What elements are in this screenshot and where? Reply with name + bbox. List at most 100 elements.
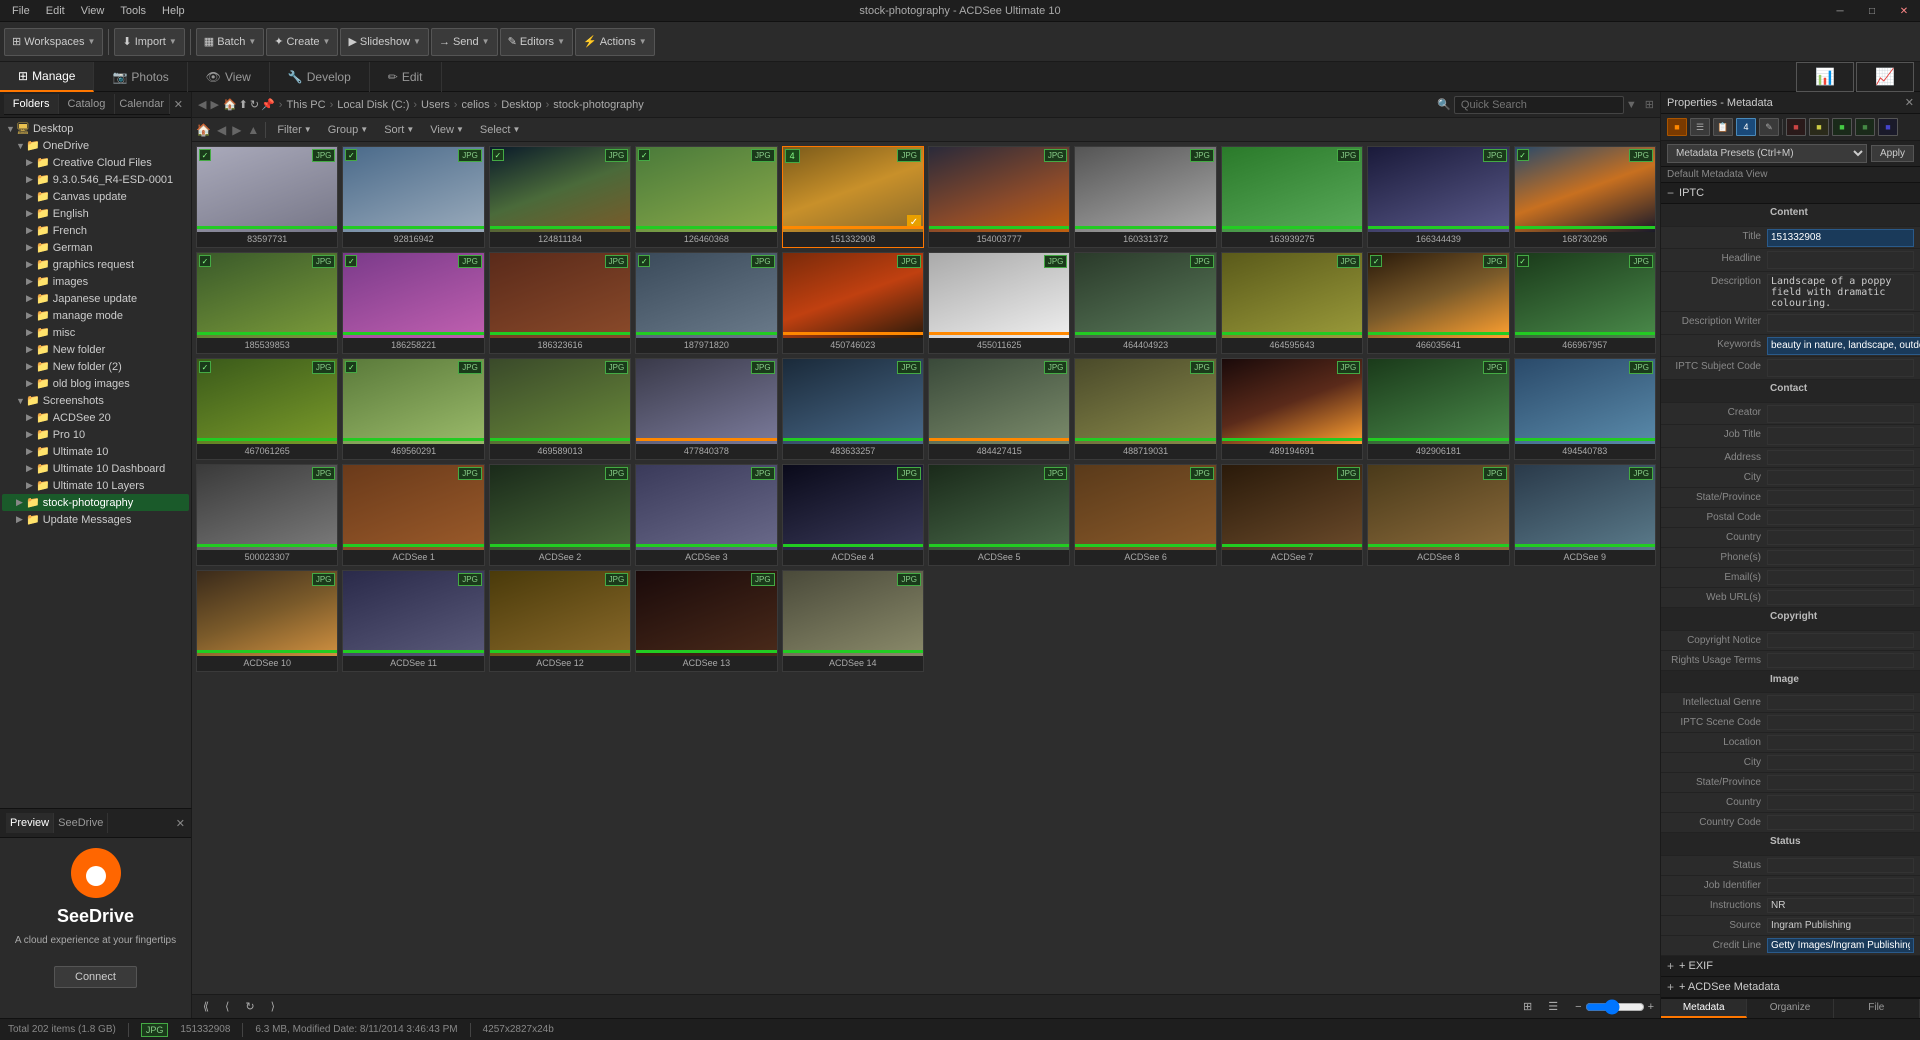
meta-icon-3[interactable]: 4: [1736, 118, 1756, 136]
thumbnail-item[interactable]: JPG469589013: [489, 358, 631, 460]
intellectual-input[interactable]: [1767, 695, 1914, 710]
creator-input[interactable]: [1767, 405, 1914, 423]
thumbnail-item[interactable]: JPG✓126460368: [635, 146, 777, 248]
thumbnail-item[interactable]: JPG450746023: [782, 252, 924, 354]
tree-images[interactable]: ▶ 📁 images: [2, 273, 189, 290]
tree-new-folder[interactable]: ▶ 📁 New folder: [2, 341, 189, 358]
job-title-input[interactable]: [1767, 427, 1914, 445]
source-input[interactable]: [1767, 918, 1914, 933]
search-dropdown-icon[interactable]: ▼: [1626, 99, 1637, 111]
thumbnail-item[interactable]: JPGACDSee 4: [782, 464, 924, 566]
menu-view[interactable]: View: [73, 3, 113, 19]
thumbnail-item[interactable]: JPGACDSee 3: [635, 464, 777, 566]
batch-btn[interactable]: ▦ Batch ▼: [196, 28, 264, 56]
tree-screenshots[interactable]: ▼ 📁 Screenshots: [2, 392, 189, 409]
breadcrumb-users[interactable]: Users: [421, 99, 450, 111]
tree-stock-photography[interactable]: ▶ 📁 stock-photography: [2, 494, 189, 511]
exif-section-header[interactable]: + + EXIF: [1661, 956, 1920, 977]
meta-icon-1[interactable]: ☰: [1690, 118, 1710, 136]
select-btn[interactable]: Select ▼: [475, 122, 526, 138]
thumbnail-item[interactable]: JPG489194691: [1221, 358, 1363, 460]
zoom-in-icon[interactable]: +: [1648, 1001, 1654, 1013]
tree-pro10[interactable]: ▶ 📁 Pro 10: [2, 426, 189, 443]
menu-tools[interactable]: Tools: [112, 3, 154, 19]
meta-tab-metadata[interactable]: Metadata: [1661, 999, 1747, 1018]
tab-view[interactable]: 👁 View: [188, 62, 270, 92]
country-input[interactable]: [1767, 530, 1914, 545]
thumbnail-item[interactable]: JPG464595643: [1221, 252, 1363, 354]
tab-extra1[interactable]: 📊: [1796, 62, 1854, 92]
thumbnail-item[interactable]: JPGACDSee 13: [635, 570, 777, 672]
tree-esd[interactable]: ▶ 📁 9.3.0.546_R4-ESD-0001: [2, 171, 189, 188]
thumbnail-item[interactable]: JPG500023307: [196, 464, 338, 566]
sort-btn[interactable]: Sort ▼: [379, 122, 419, 138]
apply-btn[interactable]: Apply: [1871, 145, 1914, 162]
breadcrumb-celios[interactable]: celios: [461, 99, 489, 111]
editors-btn[interactable]: ✎ Editors ▼: [500, 28, 573, 56]
meta-icon-orange[interactable]: ■: [1667, 118, 1687, 136]
thumbnail-item[interactable]: JPG484427415: [928, 358, 1070, 460]
tree-dashboard[interactable]: ▶ 📁 Ultimate 10 Dashboard: [2, 460, 189, 477]
grid-view-icon2[interactable]: ☰: [1543, 998, 1563, 1015]
thumbnail-item[interactable]: JPG✓185539853: [196, 252, 338, 354]
tree-acdsee20[interactable]: ▶ 📁 ACDSee 20: [2, 409, 189, 426]
meta-icon-6[interactable]: ■: [1809, 118, 1829, 136]
tab-calendar[interactable]: Calendar: [115, 94, 170, 114]
thumbnail-item[interactable]: JPGACDSee 8: [1367, 464, 1509, 566]
connect-button[interactable]: Connect: [54, 966, 137, 988]
thumbnail-item[interactable]: JPGACDSee 14: [782, 570, 924, 672]
nav-icons-home[interactable]: 🏠: [196, 123, 211, 137]
iptc-section-header[interactable]: − IPTC: [1661, 183, 1920, 204]
thumbnail-item[interactable]: JPGACDSee 7: [1221, 464, 1363, 566]
web-input[interactable]: [1767, 590, 1914, 605]
iptc-subject-input[interactable]: [1767, 359, 1914, 377]
thumbnail-item[interactable]: JPG✓83597731: [196, 146, 338, 248]
menu-edit[interactable]: Edit: [38, 3, 73, 19]
preview-close-btn[interactable]: ✕: [176, 817, 185, 830]
tree-desktop[interactable]: ▼ 🖥 Desktop: [2, 120, 189, 137]
view-btn[interactable]: View ▼: [425, 122, 469, 138]
nav-home-icon[interactable]: 🏠: [223, 98, 237, 111]
nav-forward-icon[interactable]: ▶: [210, 98, 218, 111]
grid-first-icon[interactable]: ⟪: [198, 998, 214, 1015]
tree-layers[interactable]: ▶ 📁 Ultimate 10 Layers: [2, 477, 189, 494]
city-input[interactable]: [1767, 470, 1914, 485]
panel-expand-icon[interactable]: ⊞: [1645, 98, 1654, 111]
job-id-input[interactable]: [1767, 878, 1914, 893]
thumbnail-item[interactable]: JPG✓469560291: [342, 358, 484, 460]
credit-input[interactable]: [1767, 938, 1914, 953]
thumbnail-item[interactable]: JPG✓466035641: [1367, 252, 1509, 354]
instructions-input[interactable]: [1767, 898, 1914, 913]
title-input[interactable]: [1767, 229, 1914, 247]
thumbnail-item[interactable]: JPGACDSee 1: [342, 464, 484, 566]
tab-develop[interactable]: 🔧 Develop: [270, 62, 370, 92]
slideshow-btn[interactable]: ▶ Slideshow ▼: [340, 28, 429, 56]
thumbnail-item[interactable]: JPG✓4151332908: [782, 146, 924, 248]
close-btn[interactable]: ✕: [1888, 0, 1920, 22]
thumbnail-item[interactable]: JPG✓124811184: [489, 146, 631, 248]
preset-select[interactable]: Metadata Presets (Ctrl+M): [1667, 144, 1867, 163]
meta-icon-7[interactable]: ■: [1832, 118, 1852, 136]
state-input[interactable]: [1767, 490, 1914, 505]
address-input[interactable]: [1767, 450, 1914, 465]
tree-new-folder2[interactable]: ▶ 📁 New folder (2): [2, 358, 189, 375]
tree-old-blog[interactable]: ▶ 📁 old blog images: [2, 375, 189, 392]
tree-japanese[interactable]: ▶ 📁 Japanese update: [2, 290, 189, 307]
send-btn[interactable]: → Send ▼: [431, 28, 498, 56]
thumbnail-item[interactable]: JPG✓186258221: [342, 252, 484, 354]
thumbnail-item[interactable]: JPG186323616: [489, 252, 631, 354]
menu-file[interactable]: File: [4, 3, 38, 19]
create-btn[interactable]: ✦ Create ▼: [266, 28, 338, 56]
thumbnail-item[interactable]: JPG455011625: [928, 252, 1070, 354]
thumbnail-item[interactable]: JPG154003777: [928, 146, 1070, 248]
location-input[interactable]: [1767, 735, 1914, 750]
description-textarea[interactable]: Landscape of a poppy field with dramatic…: [1767, 274, 1914, 310]
breadcrumb-localdisk[interactable]: Local Disk (C:): [337, 99, 409, 111]
tab-edit[interactable]: ✏ Edit: [370, 62, 442, 92]
tree-manage-mode[interactable]: ▶ 📁 manage mode: [2, 307, 189, 324]
tree-graphics[interactable]: ▶ 📁 graphics request: [2, 256, 189, 273]
zoom-slider[interactable]: [1585, 999, 1645, 1015]
thumbnail-item[interactable]: JPG✓92816942: [342, 146, 484, 248]
tab-photos[interactable]: 📷 Photos: [94, 62, 187, 92]
tree-misc[interactable]: ▶ 📁 misc: [2, 324, 189, 341]
